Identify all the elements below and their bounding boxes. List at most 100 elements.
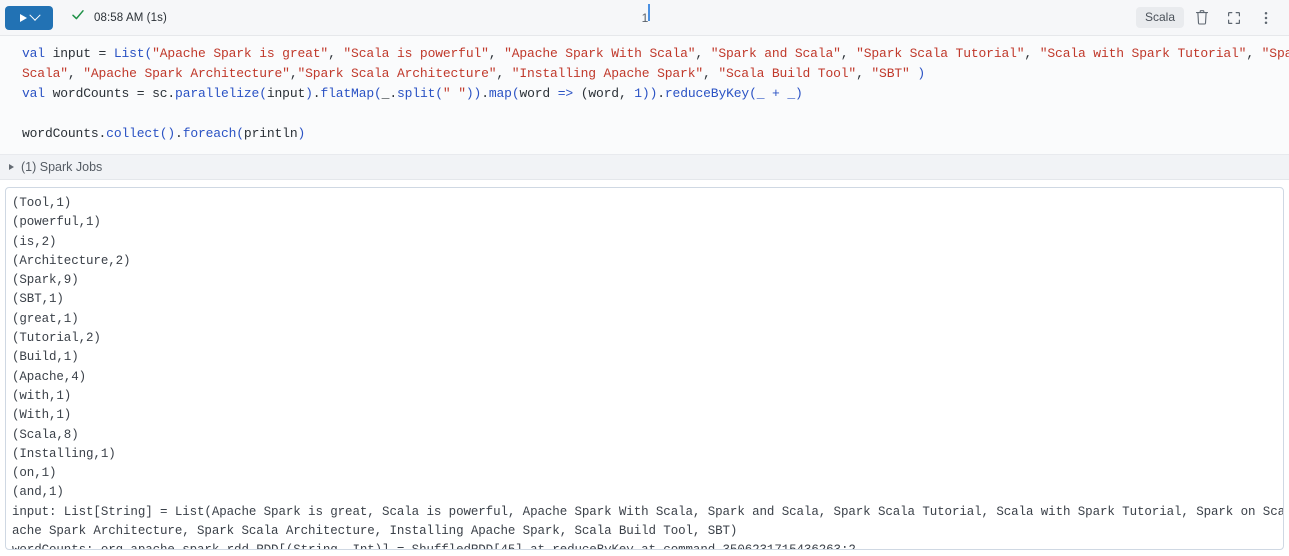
spark-jobs-toggle[interactable]: (1) Spark Jobs: [0, 154, 1289, 180]
line-1-cont: Scala", "Apache Spark Architecture","Spa…: [0, 64, 1289, 84]
output-line: (SBT,1): [12, 292, 64, 307]
output-line: (Architecture,2): [12, 253, 131, 268]
code-token: ,: [67, 66, 84, 81]
toolbar-actions: Scala: [1135, 4, 1280, 32]
code-token: ,: [1246, 46, 1262, 61]
code-token: "Apache Spark is great": [152, 46, 329, 61]
code-token: "Spark and Scala": [710, 46, 841, 61]
code-token: 1: [634, 86, 642, 101]
code-token: word: [519, 86, 558, 101]
code-token: ,: [840, 46, 857, 61]
more-vertical-icon[interactable]: [1252, 4, 1280, 32]
output-area: (Tool,1) (powerful,1) (is,2) (Architecture,…: [0, 180, 1289, 556]
code-token: )): [465, 86, 482, 101]
code-token: .: [175, 126, 183, 141]
run-status-text: 08:58 AM (1s): [94, 11, 167, 24]
run-status-group: 08:58 AM (1s): [71, 8, 167, 27]
code-token: ,: [856, 66, 872, 81]
text-caret: [647, 3, 650, 21]
code-token: collect: [106, 126, 160, 141]
code-token: val: [22, 86, 45, 101]
output-line: wordCounts: org.apache.spark.rdd.RDD[(St…: [12, 541, 1283, 549]
code-token: flatMap: [320, 86, 375, 101]
language-badge[interactable]: Scala: [1135, 7, 1184, 28]
code-token: ): [917, 66, 925, 81]
run-cell-button[interactable]: [5, 5, 53, 30]
code-token: List: [113, 46, 145, 61]
output-panel[interactable]: (Tool,1) (powerful,1) (is,2) (Architecture,…: [5, 187, 1284, 550]
code-token: .: [481, 86, 489, 101]
code-token: "Spark Scala Architecture": [297, 66, 497, 81]
code-token: ,: [496, 66, 512, 81]
code-token: map: [488, 86, 512, 101]
code-token: (: [374, 86, 382, 101]
code-token: " ": [442, 86, 466, 101]
play-icon: [20, 13, 27, 22]
output-line: (Scala,8): [12, 427, 79, 442]
code-token: ,: [328, 46, 344, 61]
code-token: .: [657, 86, 665, 101]
output-line: (Spark,9): [12, 273, 79, 288]
code-token: (_ + _): [749, 86, 803, 101]
spark-jobs-label: (1) Spark Jobs: [21, 160, 103, 174]
code-token: "Apache Spark With Scala": [504, 46, 696, 61]
code-token: split: [396, 86, 436, 101]
chevron-down-icon[interactable]: [29, 9, 41, 21]
code-token: input =: [44, 46, 114, 61]
code-token: ): [305, 86, 313, 101]
output-line: (great,1): [12, 311, 79, 326]
check-icon: [71, 8, 85, 27]
code-token: parallelize: [175, 86, 260, 101]
code-token: "Scala with Spark Tutorial": [1039, 46, 1247, 61]
code-token: "Installing Apache Spark": [511, 66, 704, 81]
code-token: ,: [1024, 46, 1040, 61]
code-token: "Spark Scala Tutorial": [856, 46, 1025, 61]
code-token: wordCounts = sc.: [44, 86, 176, 101]
code-lines: val input = List("Apache Spark is great"…: [0, 44, 1289, 104]
code-token: input: [266, 86, 306, 101]
output-line: (With,1): [12, 408, 72, 423]
code-token: _.: [381, 86, 397, 101]
triangle-right-icon[interactable]: [9, 164, 14, 170]
code-token: (: [435, 86, 443, 101]
output-line: (powerful,1): [12, 215, 101, 230]
code-token: (): [159, 126, 176, 141]
output-line: (Installing,1): [12, 446, 116, 461]
output-line: (Apache,4): [12, 369, 87, 384]
code-token: (word,: [573, 86, 635, 101]
line-1: val input = List("Apache Spark is great"…: [0, 44, 1289, 64]
code-token: wordCounts.: [22, 126, 107, 141]
trash-icon[interactable]: [1188, 4, 1216, 32]
code-token: println: [243, 126, 298, 141]
output-line: (and,1): [12, 485, 64, 500]
code-token: reduceByKey: [664, 86, 750, 101]
code-token: )): [641, 86, 658, 101]
code-token: =>: [557, 86, 574, 101]
expand-icon[interactable]: [1220, 4, 1248, 32]
line-3: wordCounts.collect().foreach(println): [0, 124, 1289, 144]
output-line: (Tool,1): [12, 196, 72, 210]
code-token: (: [236, 126, 244, 141]
line-2: val wordCounts = sc.parallelize(input).f…: [0, 84, 1289, 104]
code-token: (: [259, 86, 267, 101]
code-token: ,: [695, 46, 711, 61]
code-token: val: [22, 46, 45, 61]
code-token: Scala": [22, 66, 68, 81]
code-last-line: wordCounts.collect().foreach(println): [0, 124, 1289, 144]
code-editor[interactable]: val input = List("Apache Spark is great"…: [0, 36, 1289, 154]
output-line: (with,1): [12, 388, 72, 403]
cell-number-indicator: 1: [0, 0, 1289, 35]
code-token: "Apache Spark Architecture": [83, 66, 290, 81]
code-token: ): [297, 126, 306, 141]
code-token: "Spark on: [1261, 46, 1289, 61]
code-token: "Scala is powerful": [343, 46, 489, 61]
code-token: ,: [703, 66, 719, 81]
output-line: (is,2): [12, 234, 57, 249]
cell-number-label: 1: [641, 10, 649, 25]
output-line: ache Spark Architecture, Spark Scala Arc…: [12, 524, 738, 539]
output-line: (Tutorial,2): [12, 331, 101, 346]
code-token: (: [144, 46, 153, 61]
code-token: "SBT": [871, 66, 910, 81]
output-line: (Build,1): [12, 350, 79, 365]
